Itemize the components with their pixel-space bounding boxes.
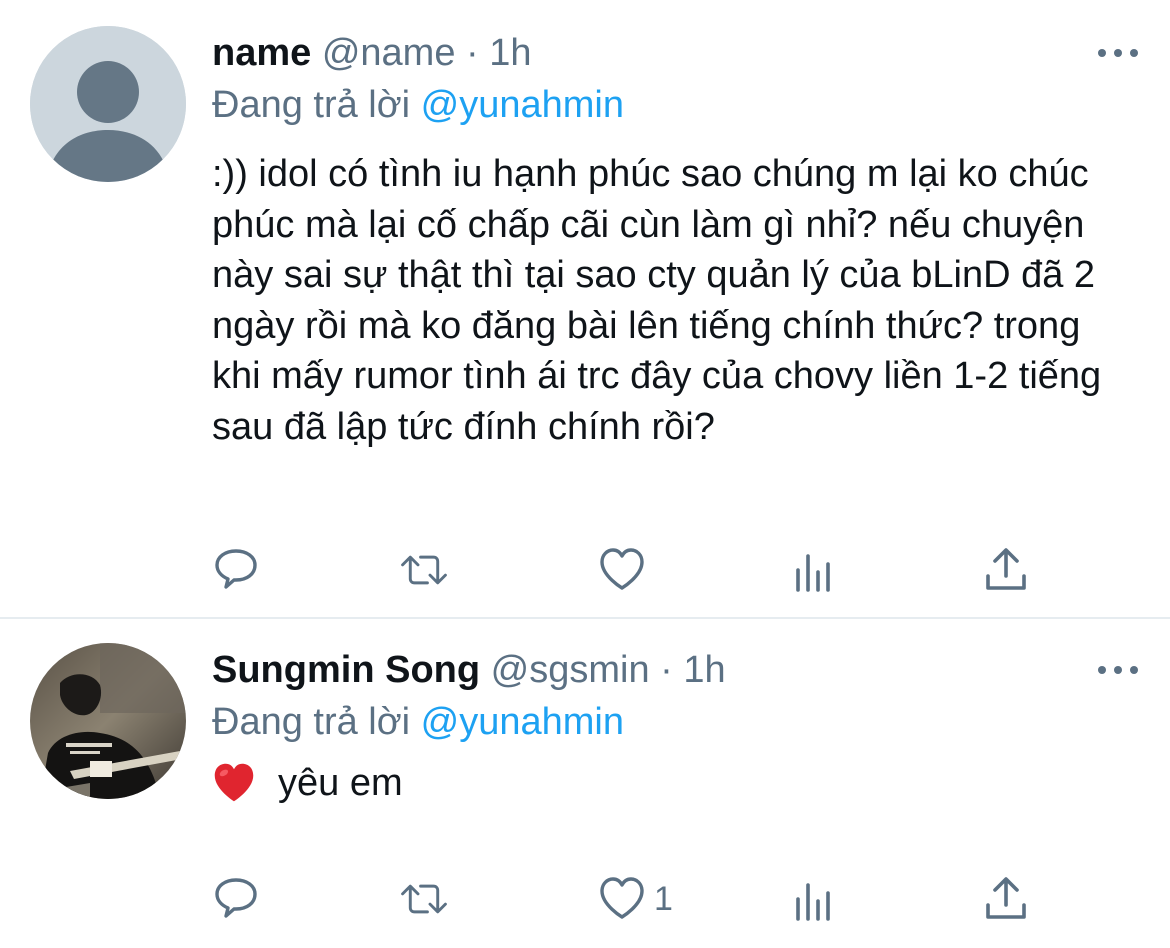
reply-icon [215,549,257,589]
separator: · [660,649,673,691]
retweet-icon [401,555,447,585]
heart-emoji [212,761,256,805]
timestamp[interactable]: 1h [683,649,725,691]
red-heart-emoji-icon [214,763,254,802]
analytics-button[interactable] [790,545,838,595]
reply-button[interactable] [212,874,260,924]
share-icon [986,877,1026,919]
replying-to: Đang trả lời @yunahmin [212,699,624,745]
action-bar: 1 [212,874,1042,924]
tweet[interactable]: Sungmin Song @sgsmin · 1h Đang trả lời @… [0,619,1170,948]
more-icon[interactable] [1098,46,1138,60]
reply-mention-link[interactable]: @yunahmin [421,701,624,743]
replying-to-label: Đang trả lời [212,701,411,743]
analytics-icon [796,554,830,592]
display-name[interactable]: Sungmin Song [212,649,480,691]
replying-to-label: Đang trả lời [212,84,411,126]
tweet-header: name @name · 1h [212,30,532,76]
analytics-button[interactable] [790,874,838,924]
handle[interactable]: @name [322,32,456,74]
separator: · [466,32,479,74]
like-button[interactable]: 1 [598,874,673,924]
more-icon[interactable] [1098,663,1138,677]
like-icon [600,548,644,590]
share-icon [986,548,1026,590]
like-button[interactable] [598,545,654,595]
like-count: 1 [654,879,673,918]
reply-button[interactable] [212,545,260,595]
retweet-button[interactable] [400,874,448,924]
analytics-icon [796,883,830,921]
share-button[interactable] [982,545,1030,595]
display-name[interactable]: name [212,32,311,74]
default-avatar-icon [30,26,186,182]
handle[interactable]: @sgsmin [491,649,650,691]
avatar[interactable] [30,26,186,182]
replying-to: Đang trả lời @yunahmin [212,82,624,128]
reply-mention-link[interactable]: @yunahmin [421,84,624,126]
tweet[interactable]: name @name · 1h Đang trả lời @yunahmin :… [0,0,1170,617]
timestamp[interactable]: 1h [489,32,531,74]
reply-icon [215,878,257,918]
retweet-icon [401,884,447,914]
avatar[interactable] [30,643,186,799]
tweet-text: :)) idol có tình iu hạnh phúc sao chúng … [212,153,1102,448]
share-button[interactable] [982,874,1030,924]
like-icon [600,877,644,919]
retweet-button[interactable] [400,545,448,595]
tweet-header: Sungmin Song @sgsmin · 1h [212,647,726,693]
tweet-text: yêu em [278,762,403,804]
user-photo-icon [30,643,186,799]
action-bar [212,545,1042,595]
